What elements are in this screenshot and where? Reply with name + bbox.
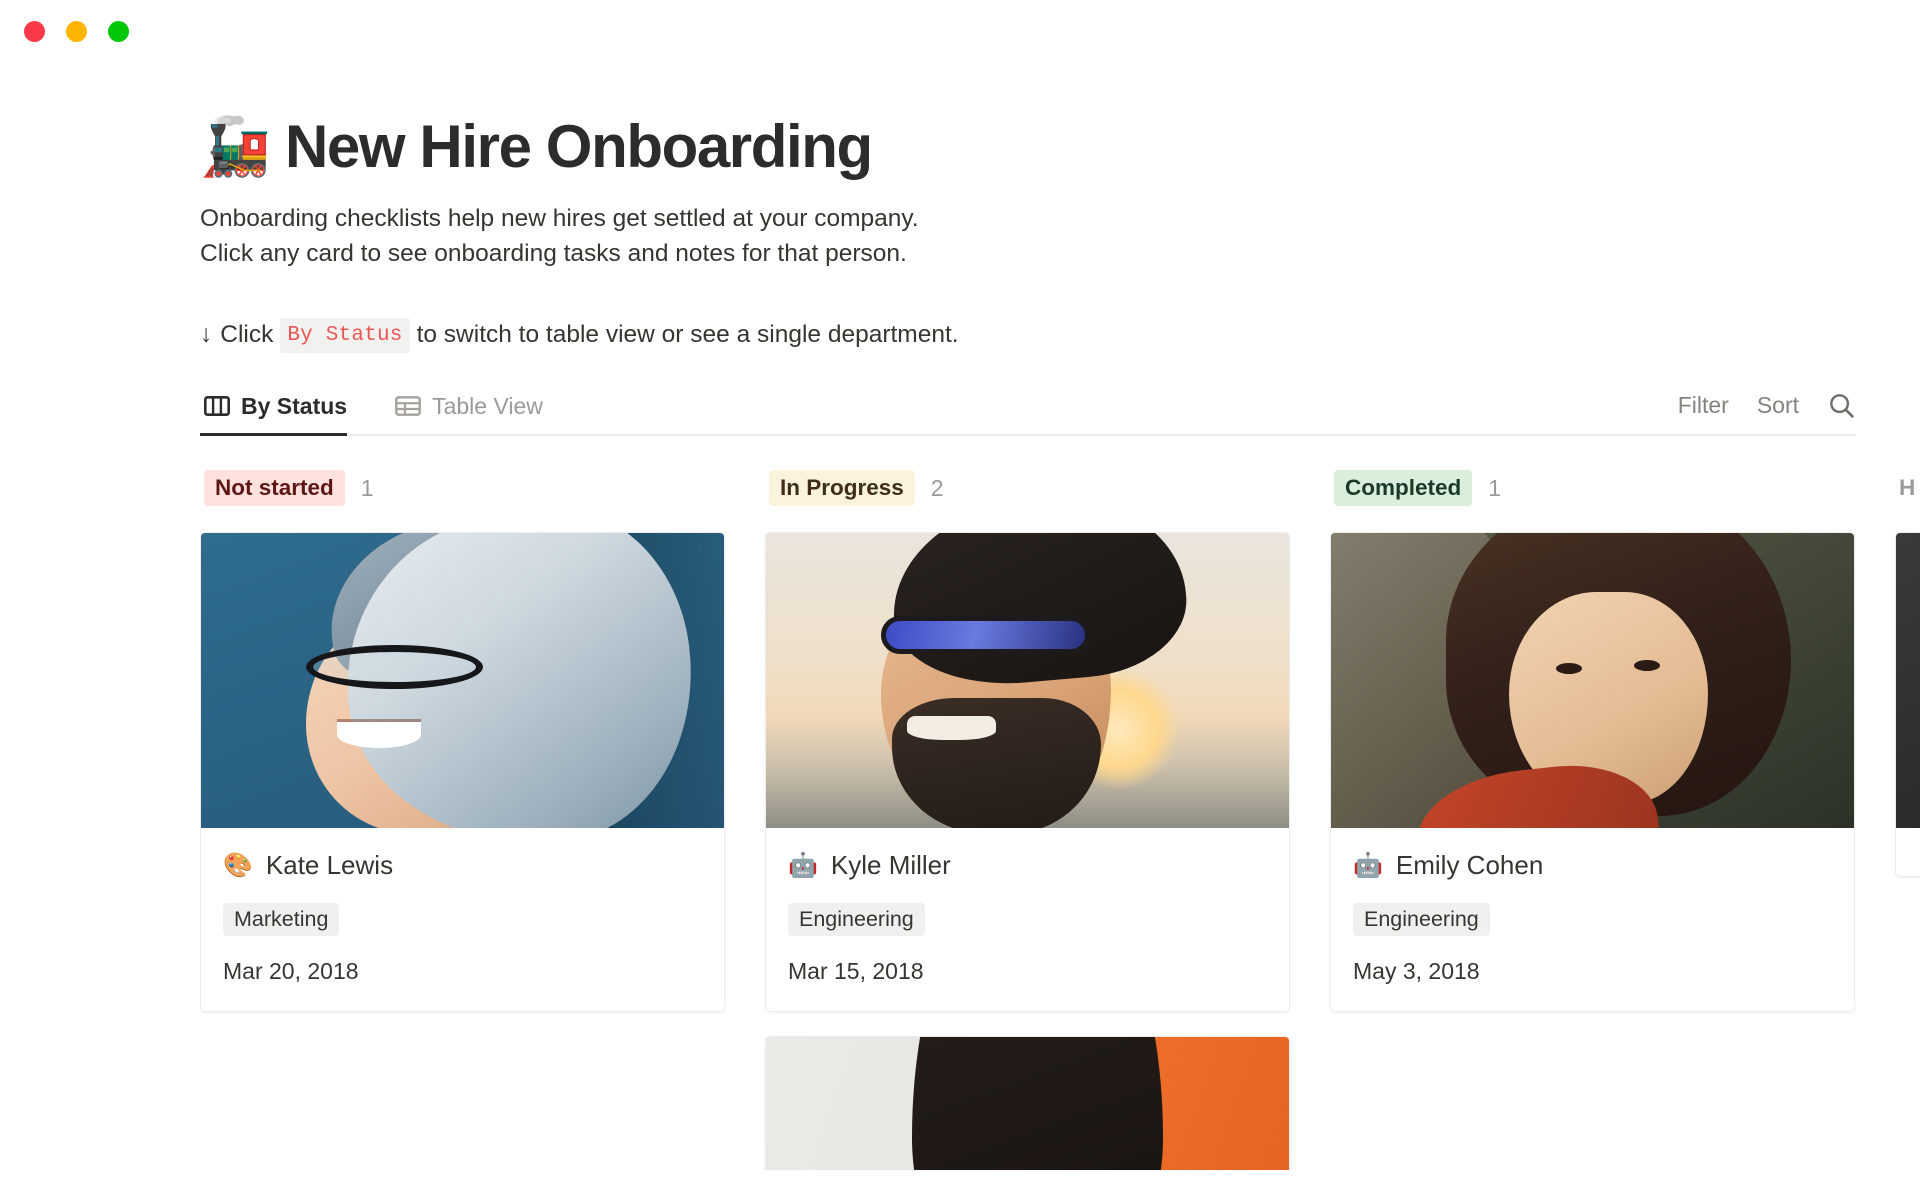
card-name: Kate Lewis <box>265 850 394 881</box>
train-icon: 🚂 <box>200 114 271 179</box>
status-badge-in-progress[interactable]: In Progress <box>769 469 915 507</box>
card-photo <box>1896 533 1920 829</box>
window-titlebar <box>0 0 1920 62</box>
tab-by-status-label: By Status <box>241 392 348 419</box>
card-name: Kyle Miller <box>830 850 951 881</box>
tab-by-status[interactable]: By Status <box>200 392 367 436</box>
card-body: 🎨 Kate Lewis Marketing Mar 20, 2018 <box>201 828 724 1011</box>
page-title: New Hire Onboarding <box>284 113 873 180</box>
card-photo <box>766 533 1289 829</box>
description-line-2: Click any card to see onboarding tasks a… <box>200 239 907 267</box>
column-header: Completed 1 <box>1330 469 1855 507</box>
kanban-board: Not started 1 🎨 Kate Lewis Marketing Mar… <box>200 469 1920 1170</box>
minimize-button[interactable] <box>66 20 87 42</box>
search-icon[interactable] <box>1827 391 1856 420</box>
page-header: 🚂 New Hire Onboarding <box>200 114 1920 180</box>
board-column-completed: Completed 1 🤖 Emily Cohen Engineering Ma… <box>1330 469 1855 1170</box>
card-kate-lewis[interactable]: 🎨 Kate Lewis Marketing Mar 20, 2018 <box>200 532 725 1013</box>
card-date: Mar 15, 2018 <box>788 958 924 985</box>
view-hint: ↓ Click By Status to switch to table vie… <box>200 317 1920 353</box>
page-content: 🚂 New Hire Onboarding Onboarding checkli… <box>0 114 1920 1170</box>
card-body: 🤖 Emily Cohen Engineering May 3, 2018 <box>1331 828 1854 1011</box>
card-partial-second[interactable] <box>765 1036 1290 1170</box>
card-title: 🤖 Emily Cohen <box>1353 850 1832 881</box>
column-header: Not started 1 <box>200 469 725 507</box>
card-date: Mar 20, 2018 <box>223 958 359 985</box>
card-kyle-miller[interactable]: 🤖 Kyle Miller Engineering Mar 15, 2018 <box>765 532 1290 1013</box>
column-header: In Progress 2 <box>765 469 1290 507</box>
card-emily-cohen[interactable]: 🤖 Emily Cohen Engineering May 3, 2018 <box>1330 532 1855 1013</box>
board-column-in-progress: In Progress 2 🤖 Kyle Miller Engineering … <box>765 469 1290 1170</box>
maximize-button[interactable] <box>108 20 129 42</box>
robot-icon: 🤖 <box>788 851 818 879</box>
view-toolbar: By Status Table View Filter Sort <box>200 391 1856 436</box>
column-header: H <box>1895 470 1920 506</box>
card-title: 🎨 Kate Lewis <box>223 850 702 881</box>
column-count: 2 <box>930 474 944 501</box>
description-line-1: Onboarding checklists help new hires get… <box>200 205 919 232</box>
department-tag: Marketing <box>223 903 340 937</box>
card-date: May 3, 2018 <box>1353 958 1480 985</box>
card-body: 🤖 Kyle Miller Engineering Mar 15, 2018 <box>766 828 1289 1011</box>
card-photo <box>1331 533 1854 829</box>
column-count: 1 <box>1488 474 1502 501</box>
status-badge-not-started[interactable]: Not started <box>204 469 345 507</box>
sort-button[interactable]: Sort <box>1757 392 1799 419</box>
tab-table-view[interactable]: Table View <box>391 393 563 434</box>
page-description: Onboarding checklists help new hires get… <box>200 202 1920 272</box>
department-tag: Engineering <box>788 903 925 937</box>
card-photo <box>201 533 724 829</box>
view-actions: Filter Sort <box>1678 391 1856 434</box>
close-button[interactable] <box>24 20 45 42</box>
table-icon <box>395 394 421 418</box>
card-name: Emily Cohen <box>1395 850 1544 881</box>
status-badge-completed[interactable]: Completed <box>1334 469 1473 507</box>
card-photo <box>766 1037 1289 1170</box>
hint-arrow: ↓ <box>200 321 213 349</box>
robot-icon: 🤖 <box>1353 851 1383 879</box>
department-tag: Engineering <box>1353 903 1490 937</box>
hint-prefix: Click <box>220 321 274 349</box>
status-badge-partial[interactable]: H <box>1899 470 1920 506</box>
hint-suffix: to switch to table view or see a single … <box>416 321 959 349</box>
hint-code-by-status[interactable]: By Status <box>280 317 410 353</box>
card-body <box>1896 828 1920 876</box>
tab-table-view-label: Table View <box>432 392 543 419</box>
card-title: 🤖 Kyle Miller <box>788 850 1267 881</box>
board-column-not-started: Not started 1 🎨 Kate Lewis Marketing Mar… <box>200 469 725 1170</box>
board-icon <box>204 394 230 418</box>
traffic-lights <box>24 20 129 42</box>
filter-button[interactable]: Filter <box>1678 392 1729 419</box>
column-count: 1 <box>360 474 374 501</box>
palette-icon: 🎨 <box>223 851 253 879</box>
board-column-partial: H <box>1895 470 1920 1170</box>
view-tabs: By Status Table View <box>200 392 563 436</box>
card-partial-right[interactable] <box>1895 532 1920 878</box>
